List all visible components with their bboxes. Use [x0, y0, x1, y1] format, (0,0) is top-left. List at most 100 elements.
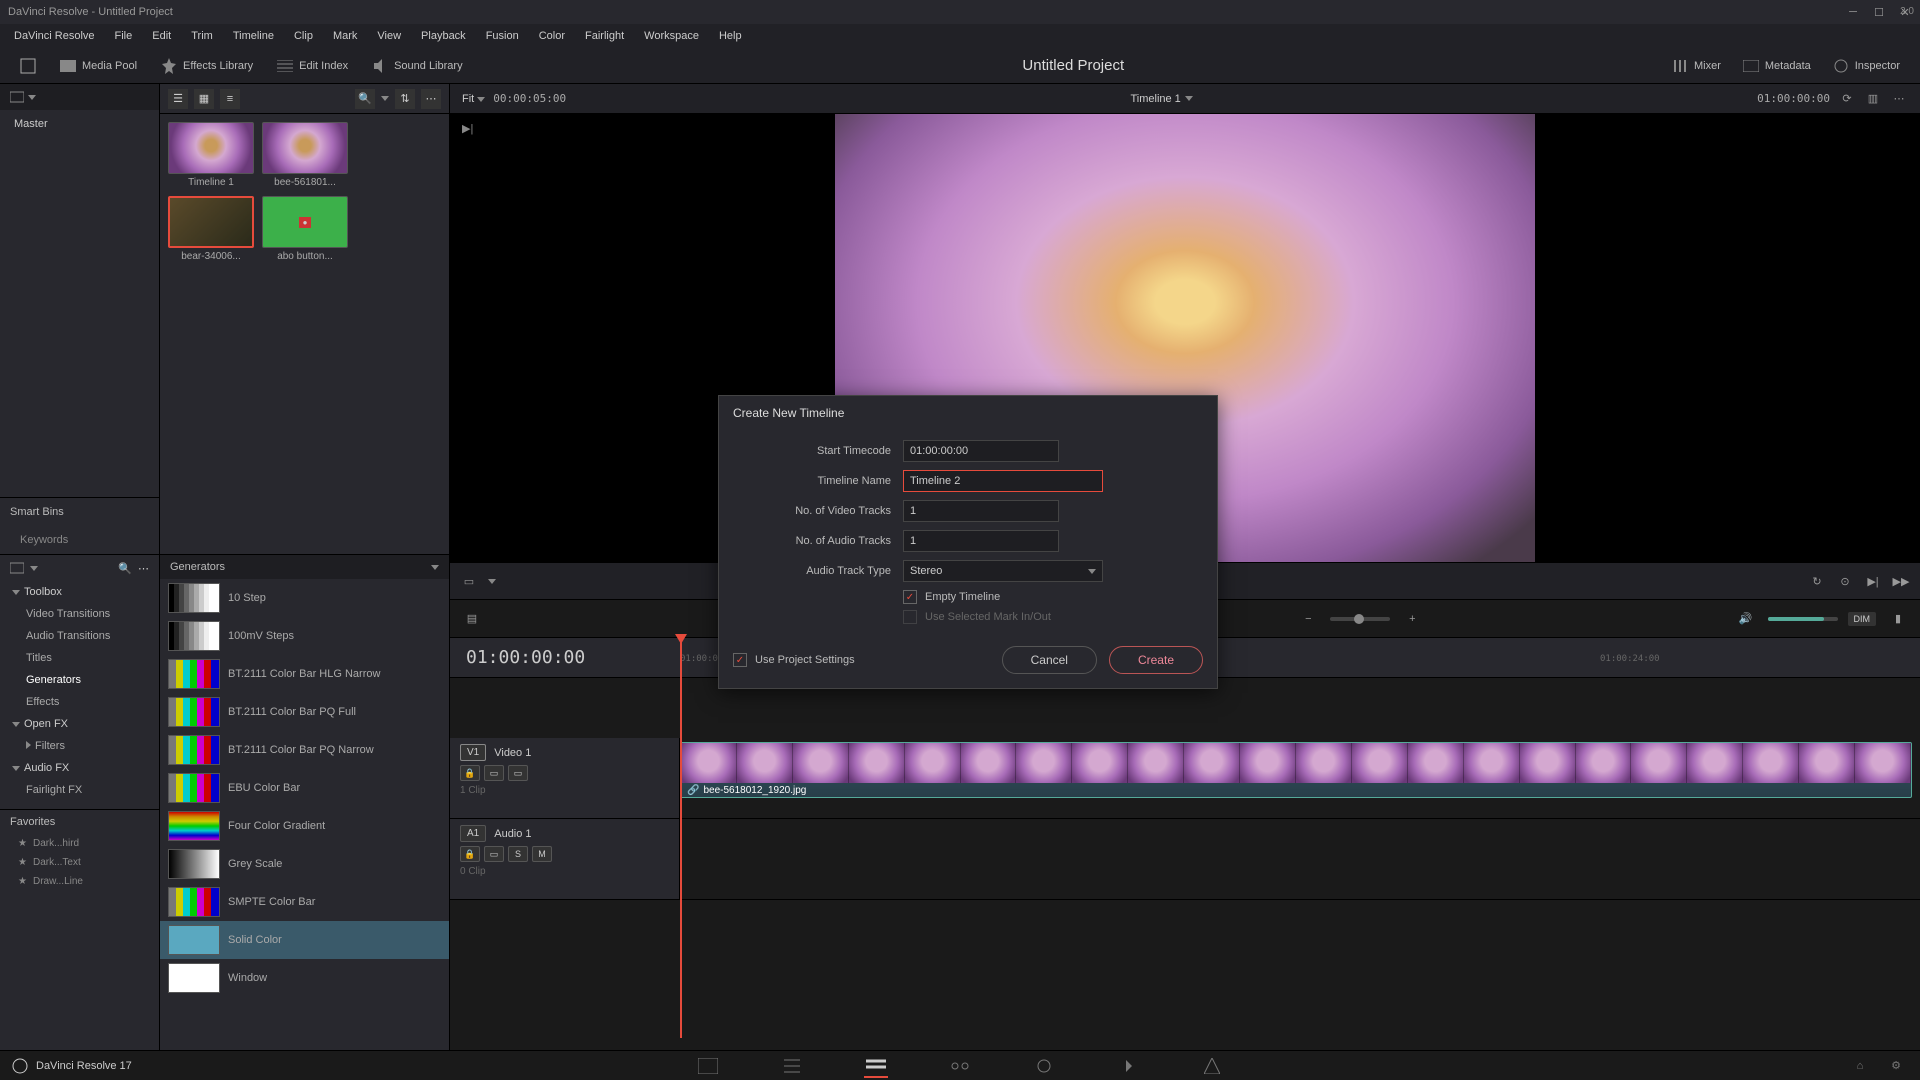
openfx-tree-item[interactable]: Open FX — [0, 713, 159, 735]
generators-section-header[interactable]: Generators — [160, 555, 449, 579]
metadata-button[interactable]: Metadata — [1735, 56, 1819, 76]
generators-item[interactable]: Generators — [0, 669, 159, 691]
timeline-view-icon[interactable]: ▤ — [460, 607, 484, 631]
media-thumb[interactable]: bear-34006... — [168, 196, 254, 262]
maximize-icon[interactable]: ☐ — [1872, 5, 1886, 19]
menu-mark[interactable]: Mark — [323, 26, 367, 46]
settings-icon[interactable]: ⚙ — [1884, 1054, 1908, 1078]
effects-library-button[interactable]: Effects Library — [153, 54, 261, 78]
generator-item[interactable]: 10 Step — [160, 579, 449, 617]
bin-dropdown[interactable] — [0, 84, 159, 110]
minimize-icon[interactable]: ─ — [1846, 5, 1860, 19]
viewer-fit-dropdown[interactable]: Fit — [462, 93, 485, 105]
audio-transitions-item[interactable]: Audio Transitions — [0, 625, 159, 647]
menu-view[interactable]: View — [367, 26, 411, 46]
media-thumb[interactable]: ●abo button... — [262, 196, 348, 262]
cut-page-icon[interactable] — [780, 1054, 804, 1078]
options-icon[interactable]: ⋯ — [421, 89, 441, 109]
viewer-timeline-name[interactable]: Timeline 1 — [1130, 93, 1180, 105]
video-track-content[interactable]: 🔗bee-5618012_1920.jpg — [680, 738, 1920, 818]
menu-edit[interactable]: Edit — [142, 26, 181, 46]
auto-select-icon[interactable]: ▭ — [484, 765, 504, 781]
menu-timeline[interactable]: Timeline — [223, 26, 284, 46]
loop-icon[interactable]: ↻ — [1808, 572, 1826, 590]
effects-item[interactable]: Effects — [0, 691, 159, 713]
solo-button[interactable]: S — [508, 846, 528, 862]
color-page-icon[interactable] — [1032, 1054, 1056, 1078]
audio-track-badge[interactable]: A1 — [460, 825, 486, 842]
meter-icon[interactable]: ▮ — [1886, 607, 1910, 631]
filters-item[interactable]: Filters — [0, 735, 159, 757]
media-thumb[interactable]: Timeline 1 — [168, 122, 254, 188]
menu-trim[interactable]: Trim — [181, 26, 223, 46]
last-frame-icon[interactable]: ▶▶ — [1892, 572, 1910, 590]
video-track-badge[interactable]: V1 — [460, 744, 486, 761]
video-clip[interactable]: 🔗bee-5618012_1920.jpg — [680, 742, 1912, 798]
strip-view-icon[interactable]: ≡ — [220, 89, 240, 109]
fairlight-page-icon[interactable] — [1116, 1054, 1140, 1078]
auto-select-icon[interactable]: ▭ — [484, 846, 504, 862]
sort-icon[interactable]: ⇅ — [395, 89, 415, 109]
home-icon[interactable]: ⌂ — [1848, 1054, 1872, 1078]
generator-item[interactable]: Four Color Gradient — [160, 807, 449, 845]
dim-indicator[interactable]: DIM — [1848, 612, 1877, 626]
audiofx-tree-item[interactable]: Audio FX — [0, 757, 159, 779]
menu-file[interactable]: File — [105, 26, 143, 46]
timeline-name-input[interactable] — [903, 470, 1103, 492]
options-icon[interactable]: ⋯ — [138, 562, 149, 575]
generator-item[interactable]: EBU Color Bar — [160, 769, 449, 807]
menu-fusion[interactable]: Fusion — [476, 26, 529, 46]
media-page-icon[interactable] — [696, 1054, 720, 1078]
menu-workspace[interactable]: Workspace — [634, 26, 709, 46]
inspector-button[interactable]: Inspector — [1825, 54, 1908, 78]
menu-clip[interactable]: Clip — [284, 26, 323, 46]
dual-view-icon[interactable]: ▥ — [1864, 90, 1882, 108]
audio-track-header[interactable]: A1 Audio 1 2.0 🔒 ▭ S M 0 Clip — [450, 819, 680, 899]
list-view-icon[interactable]: ☰ — [168, 89, 188, 109]
video-tracks-input[interactable] — [903, 500, 1059, 522]
master-bin[interactable]: Master — [0, 110, 159, 138]
empty-timeline-checkbox[interactable]: ✓ — [903, 590, 917, 604]
generator-item[interactable]: Solid Color — [160, 921, 449, 959]
chevron-down-icon[interactable] — [1185, 96, 1193, 101]
prev-clip-icon[interactable]: ▶| — [462, 122, 482, 142]
toolbox-tree-item[interactable]: Toolbox — [0, 581, 159, 603]
edit-page-icon[interactable] — [864, 1054, 888, 1078]
search-icon[interactable]: 🔍 — [118, 562, 132, 575]
use-project-settings-checkbox[interactable]: ✓ — [733, 653, 747, 667]
media-thumb[interactable]: bee-561801... — [262, 122, 348, 188]
zoom-in-icon[interactable]: + — [1400, 607, 1424, 631]
favorite-item[interactable]: ★ Dark...Text — [0, 853, 159, 872]
fullscreen-icon[interactable] — [12, 54, 44, 78]
audio-tracks-input[interactable] — [903, 530, 1059, 552]
next-edit-icon[interactable]: ▶| — [1864, 572, 1882, 590]
generator-item[interactable]: SMPTE Color Bar — [160, 883, 449, 921]
generator-item[interactable]: Window — [160, 959, 449, 997]
mute-icon[interactable]: 🔊 — [1734, 607, 1758, 631]
menu-davinci[interactable]: DaVinci Resolve — [4, 26, 105, 46]
create-button[interactable]: Create — [1109, 646, 1203, 674]
zoom-out-icon[interactable]: − — [1296, 607, 1320, 631]
audio-type-select[interactable]: Stereo — [903, 560, 1103, 582]
sound-library-button[interactable]: Sound Library — [364, 54, 471, 78]
generator-item[interactable]: BT.2111 Color Bar PQ Full — [160, 693, 449, 731]
audio-track-content[interactable] — [680, 819, 1920, 899]
chevron-down-icon[interactable] — [488, 579, 496, 584]
generator-item[interactable]: BT.2111 Color Bar PQ Narrow — [160, 731, 449, 769]
options-icon[interactable]: ⋯ — [1890, 90, 1908, 108]
generator-item[interactable]: 100mV Steps — [160, 617, 449, 655]
lock-icon[interactable]: 🔒 — [460, 846, 480, 862]
video-transitions-item[interactable]: Video Transitions — [0, 603, 159, 625]
keywords-bin[interactable]: Keywords — [0, 526, 159, 554]
crop-icon[interactable]: ▭ — [460, 572, 478, 590]
mute-button[interactable]: M — [532, 846, 552, 862]
generator-item[interactable]: BT.2111 Color Bar HLG Narrow — [160, 655, 449, 693]
mixer-button[interactable]: Mixer — [1664, 54, 1729, 78]
edit-index-button[interactable]: Edit Index — [269, 56, 356, 76]
match-frame-icon[interactable]: ⊙ — [1836, 572, 1854, 590]
thumb-view-icon[interactable]: ▦ — [194, 89, 214, 109]
fairlightfx-item[interactable]: Fairlight FX — [0, 779, 159, 801]
menu-color[interactable]: Color — [529, 26, 575, 46]
deliver-page-icon[interactable] — [1200, 1054, 1224, 1078]
video-track-header[interactable]: V1 Video 1 🔒 ▭ ▭ 1 Clip — [450, 738, 680, 818]
